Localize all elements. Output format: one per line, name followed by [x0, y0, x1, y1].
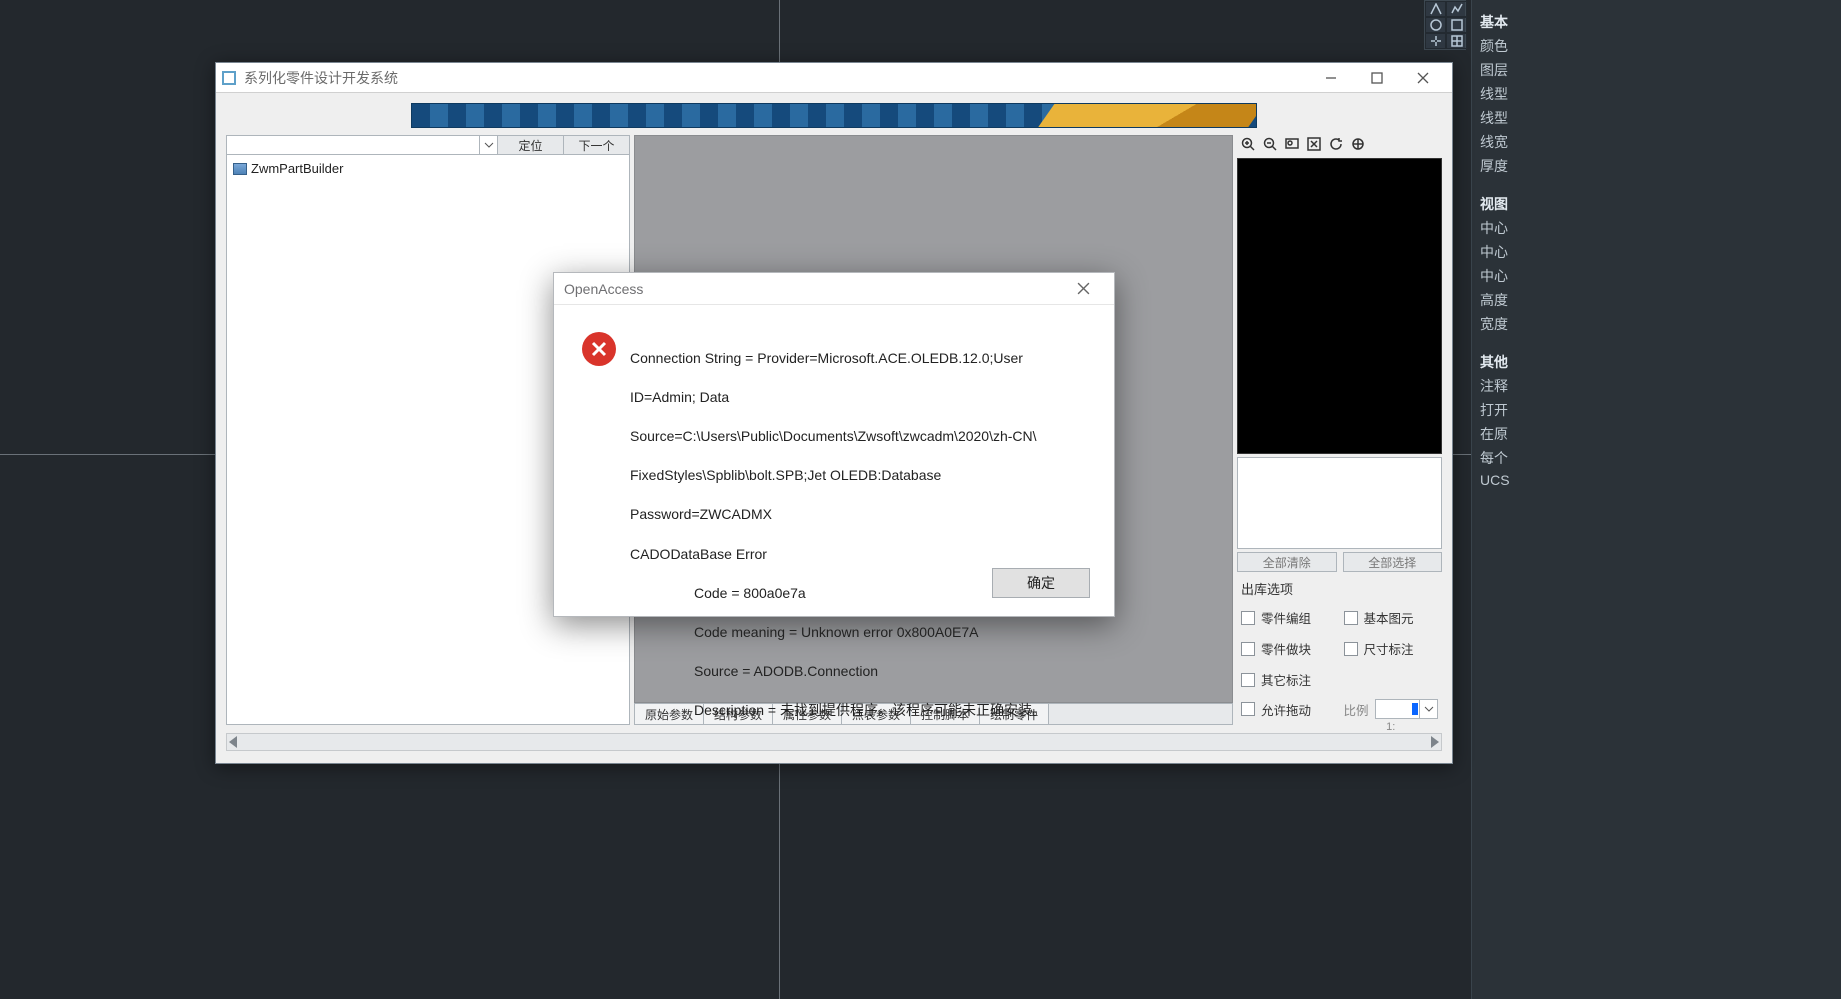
zoom-extents-icon[interactable]: [1305, 135, 1323, 153]
palette-item[interactable]: 中心: [1480, 266, 1837, 286]
msg-line: Connection String = Provider=Microsoft.A…: [630, 350, 1023, 366]
ratio-select[interactable]: [1375, 699, 1438, 719]
palette-group-title: 其他: [1480, 352, 1837, 372]
close-button[interactable]: [1400, 63, 1446, 93]
palette-item[interactable]: 在原: [1480, 424, 1837, 444]
palette-item[interactable]: 厚度: [1480, 156, 1837, 176]
opt-label: 尺寸标注: [1364, 639, 1414, 658]
palette-item[interactable]: 线型: [1480, 108, 1837, 128]
opt-block-parts[interactable]: 零件做块: [1241, 639, 1336, 658]
msg-line: Password=ZWCADMX: [630, 506, 772, 522]
opt-label: 零件做块: [1261, 639, 1311, 658]
msg-line: FixedStyles\Spblib\bolt.SPB;Jet OLEDB:Da…: [630, 467, 941, 483]
palette-group-title: 视图: [1480, 194, 1837, 214]
clear-all-button[interactable]: 全部清除: [1237, 552, 1337, 572]
tree-item-label: ZwmPartBuilder: [251, 161, 343, 176]
ratio-row: 比例 1:: [1344, 699, 1439, 719]
maximize-button[interactable]: [1354, 63, 1400, 93]
zoom-all-icon[interactable]: [1349, 135, 1367, 153]
app-icon: [222, 71, 236, 85]
tool-icon[interactable]: [1425, 33, 1446, 49]
app-titlebar[interactable]: 系列化零件设计开发系统: [216, 63, 1452, 93]
opt-group-parts[interactable]: 零件编组: [1241, 608, 1336, 627]
tool-icon[interactable]: [1446, 17, 1467, 33]
dialog-buttons: 确定: [992, 568, 1090, 598]
select-all-button[interactable]: 全部选择: [1343, 552, 1443, 572]
palette-item[interactable]: 宽度: [1480, 314, 1837, 334]
msg-line: CADODataBase Error: [630, 546, 767, 562]
palette-group-title: 基本: [1480, 12, 1837, 32]
zoom-out-icon[interactable]: [1261, 135, 1279, 153]
chevron-down-icon: [479, 136, 497, 154]
dialog-title: OpenAccess: [564, 281, 643, 297]
zoom-window-icon[interactable]: [1283, 135, 1301, 153]
opt-label: 其它标注: [1261, 670, 1311, 689]
palette-item[interactable]: UCS: [1480, 472, 1837, 488]
palette-item[interactable]: 打开: [1480, 400, 1837, 420]
palette-item[interactable]: 中心: [1480, 218, 1837, 238]
next-button[interactable]: 下一个: [563, 135, 630, 155]
opt-other-anno[interactable]: 其它标注: [1241, 670, 1336, 689]
palette-item[interactable]: 图层: [1480, 60, 1837, 80]
tool-icon[interactable]: [1425, 17, 1446, 33]
tree-root-item[interactable]: ZwmPartBuilder: [233, 161, 623, 176]
dialog-body: Connection String = Provider=Microsoft.A…: [554, 305, 1114, 740]
tool-icon[interactable]: [1446, 1, 1467, 17]
locate-button[interactable]: 定位: [497, 135, 564, 155]
opt-dim-anno[interactable]: 尺寸标注: [1344, 639, 1439, 658]
cad-properties-panel: 基本 颜色 图层 线型 线型 线宽 厚度 视图 中心 中心 中心 高度 宽度 其…: [1471, 0, 1841, 999]
msg-line: Source=C:\Users\Public\Documents\Zwsoft\…: [630, 428, 1037, 444]
palette-item[interactable]: 每个: [1480, 448, 1837, 468]
opt-label: 允许拖动: [1261, 700, 1311, 719]
dialog-close-button[interactable]: [1062, 273, 1104, 305]
app-banner: [411, 103, 1257, 128]
opt-base-prim[interactable]: 基本图元: [1344, 608, 1439, 627]
right-column: 全部清除 全部选择 出库选项 零件编组 基本图元 零件做块 尺寸标注 其它标注 …: [1237, 135, 1442, 725]
palette-item[interactable]: 颜色: [1480, 36, 1837, 56]
error-icon: [582, 332, 616, 366]
minimize-button[interactable]: [1308, 63, 1354, 93]
selection-list[interactable]: [1237, 457, 1442, 549]
error-dialog: OpenAccess Connection String = Provider=…: [553, 272, 1115, 617]
tool-icon[interactable]: [1425, 1, 1446, 17]
opt-label: 零件编组: [1261, 608, 1311, 627]
refresh-icon[interactable]: [1327, 135, 1345, 153]
opt-label: 基本图元: [1364, 608, 1414, 627]
options-heading: 出库选项: [1241, 579, 1438, 598]
tool-icon[interactable]: [1446, 33, 1467, 49]
palette-item[interactable]: 注释: [1480, 376, 1837, 396]
thumbnail-preview[interactable]: [1237, 158, 1442, 454]
left-toolbar: 定位 下一个: [226, 135, 630, 155]
palette-item[interactable]: 线型: [1480, 84, 1837, 104]
msg-line: Code meaning = Unknown error 0x800A0E7A: [694, 623, 1046, 643]
palette-item[interactable]: 中心: [1480, 242, 1837, 262]
zoom-in-icon[interactable]: [1239, 135, 1257, 153]
ratio-cursor: [1412, 703, 1418, 715]
palette-item[interactable]: 线宽: [1480, 132, 1837, 152]
msg-line: Source = ADODB.Connection: [694, 662, 1046, 682]
app-title: 系列化零件设计开发系统: [244, 68, 398, 88]
ok-button[interactable]: 确定: [992, 568, 1090, 598]
chevron-down-icon: [1419, 700, 1437, 718]
cad-mini-toolstrip: [1424, 0, 1466, 50]
opt-allow-drag[interactable]: 允许拖动: [1241, 699, 1336, 719]
dialog-message: Connection String = Provider=Microsoft.A…: [630, 329, 1046, 740]
ratio-under: 1:: [1344, 721, 1439, 733]
palette-item[interactable]: 高度: [1480, 290, 1837, 310]
msg-line: Description = 未找到提供程序。该程序可能未正确安装。: [694, 701, 1046, 721]
export-options: 出库选项 零件编组 基本图元 零件做块 尺寸标注 其它标注 允许拖动 比例: [1237, 575, 1442, 723]
preview-toolbar: [1237, 135, 1442, 155]
ratio-label: 比例: [1344, 700, 1369, 719]
category-combo[interactable]: [226, 135, 498, 155]
msg-line: ID=Admin; Data: [630, 389, 729, 405]
node-icon: [233, 163, 247, 175]
selection-buttons: 全部清除 全部选择: [1237, 552, 1442, 572]
dialog-titlebar[interactable]: OpenAccess: [554, 273, 1114, 305]
